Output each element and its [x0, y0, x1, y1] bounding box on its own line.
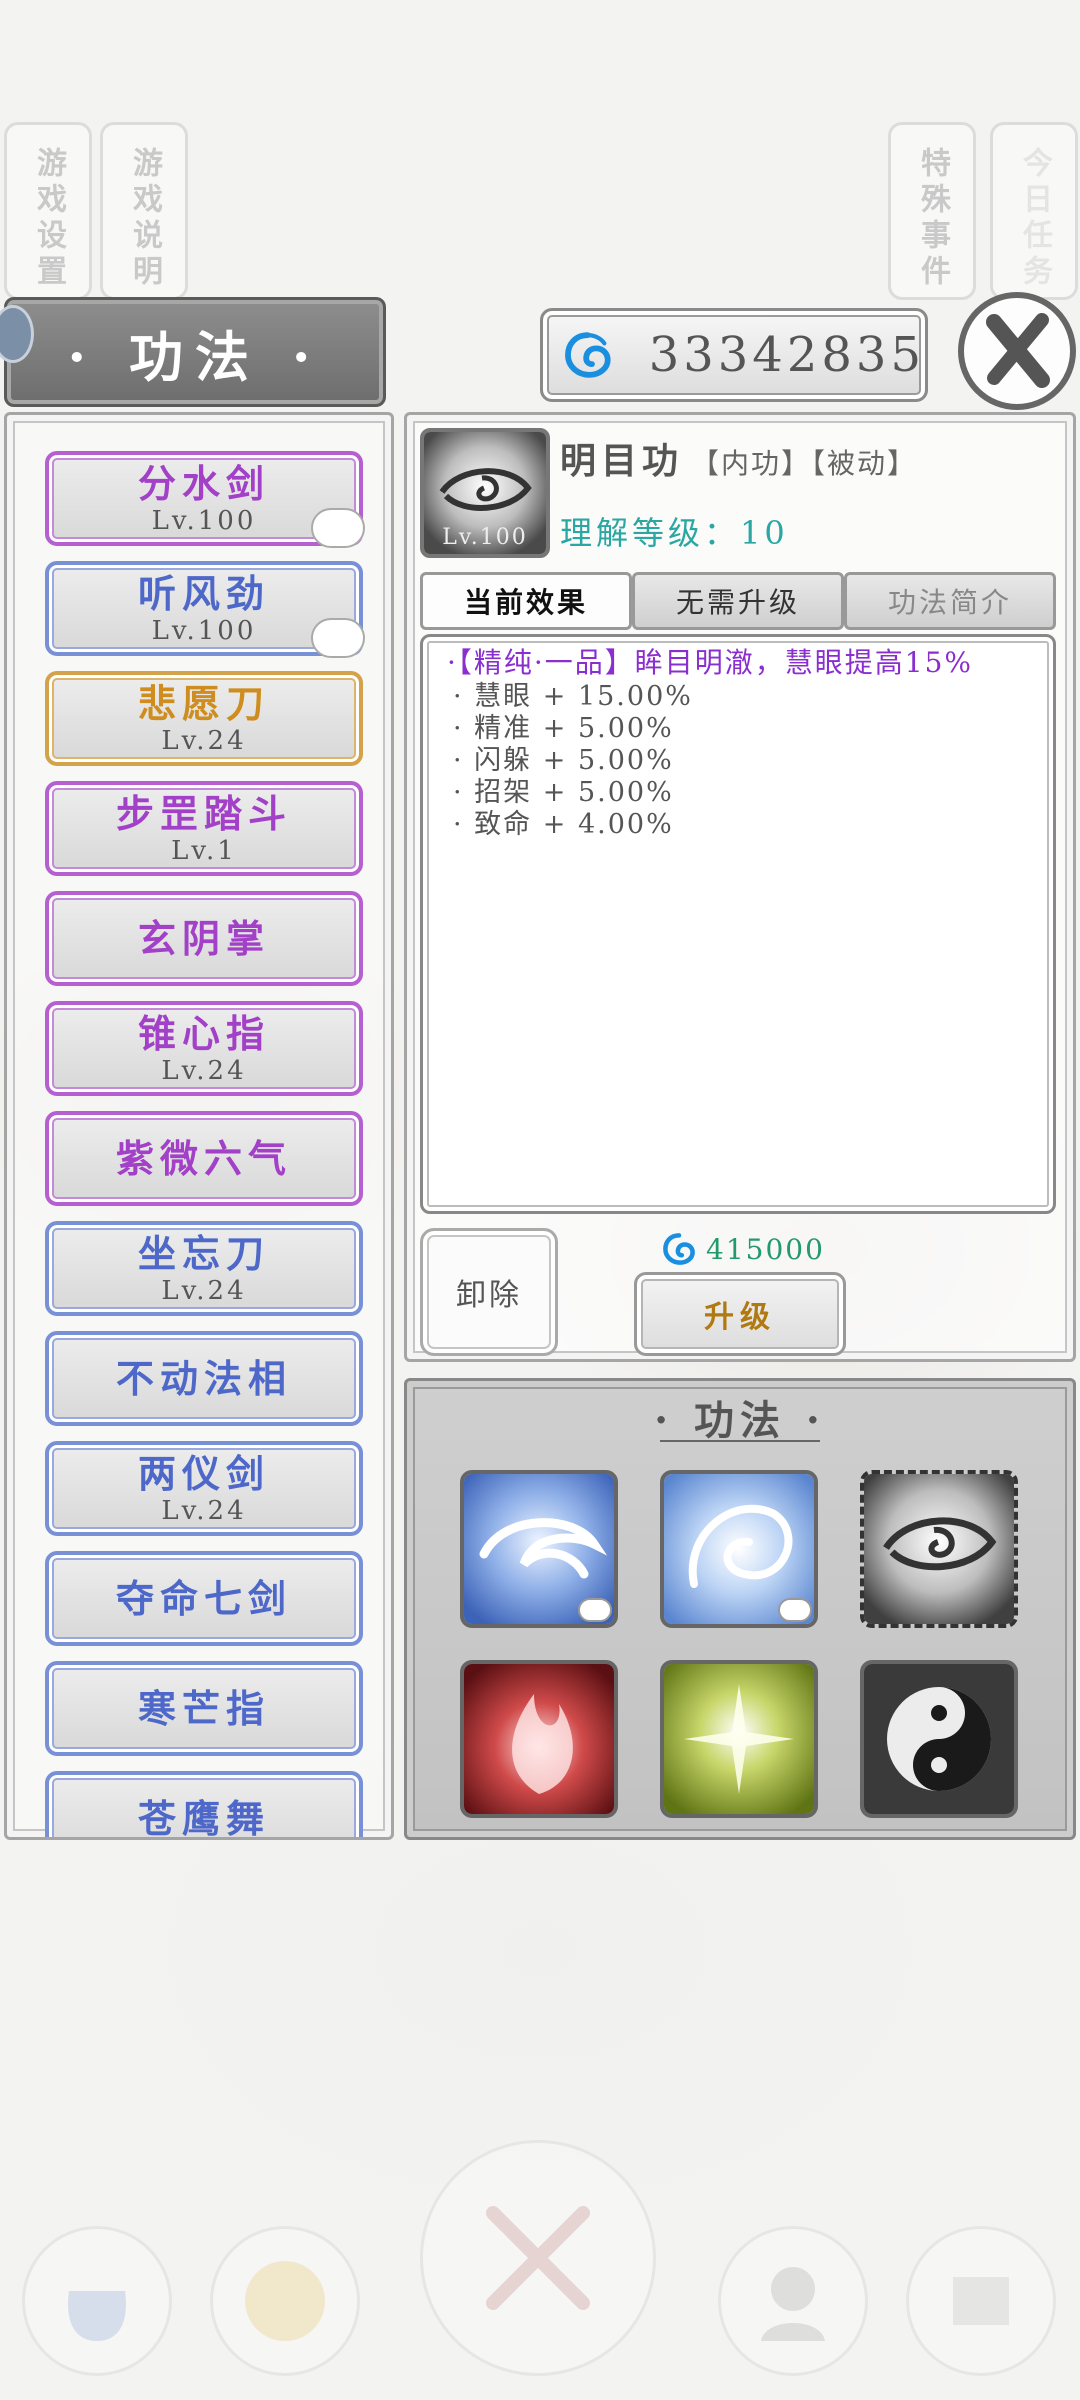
- spirit-coin-icon: [565, 332, 611, 378]
- skill-item-level: Lv.24: [161, 725, 247, 756]
- nav-scroll[interactable]: [906, 2226, 1056, 2376]
- tab-label: 游戏说明: [127, 147, 162, 291]
- currency-value: 33342835: [648, 327, 925, 383]
- skill-list-item[interactable]: 坐忘刀 Lv.24: [45, 1221, 363, 1316]
- skill-item-name: 玄阴掌: [137, 915, 270, 961]
- tab-special-events[interactable]: 特殊事件: [888, 122, 976, 300]
- skill-list-item[interactable]: 寒芒指: [45, 1661, 363, 1756]
- tab-label: 今日任务: [1017, 147, 1052, 291]
- skill-list-item[interactable]: 苍鹰舞: [45, 1771, 363, 1840]
- skill-list-item[interactable]: 不动法相: [45, 1331, 363, 1426]
- skill-item-name: 听风劲: [137, 570, 270, 616]
- main-effect: ·【精纯·一品】眸目明澈，慧眼提高15%: [447, 646, 974, 679]
- title-underline: [660, 1440, 820, 1442]
- skill-list-item[interactable]: 两仪剑 Lv.24: [45, 1441, 363, 1536]
- radiant-leaf-icon: [664, 1664, 814, 1814]
- close-icon: [986, 313, 1050, 388]
- nav-bag[interactable]: [22, 2226, 172, 2376]
- skill-item-name: 分水剑: [137, 460, 270, 506]
- skill-item-name: 夺命七剑: [115, 1575, 292, 1621]
- skill-list-item[interactable]: 锥心指 Lv.24: [45, 1001, 363, 1096]
- skill-item-name: 坐忘刀: [137, 1230, 270, 1276]
- upgrade-button[interactable]: 升级: [634, 1272, 846, 1356]
- tab-upgrade-status[interactable]: 无需升级: [632, 572, 844, 630]
- selected-skill-icon: Lv.100: [420, 428, 550, 558]
- cloud-badge: [778, 1598, 812, 1622]
- equipped-title: · 功法 ·: [654, 1397, 826, 1444]
- skill-list-item[interactable]: 悲愿刀 Lv.24: [45, 671, 363, 766]
- equipped-slot-6[interactable]: [860, 1660, 1018, 1818]
- skill-item-level: Lv.24: [161, 1275, 247, 1306]
- skill-list-item[interactable]: 玄阴掌: [45, 891, 363, 986]
- skill-item-name: 锥心指: [137, 1010, 270, 1056]
- skill-item-name: 不动法相: [115, 1355, 292, 1401]
- stat-row: · 招架 + 5.00%: [453, 777, 674, 808]
- detail-tabs: 当前效果 无需升级 功法简介: [420, 572, 1056, 630]
- skill-title: 明目功 【内功】【被动】: [560, 432, 917, 484]
- crimson-flame-icon: [464, 1664, 614, 1814]
- equipped-slot-2[interactable]: [660, 1470, 818, 1628]
- skill-list-item[interactable]: 听风劲 Lv.100: [45, 561, 365, 658]
- skill-list-panel[interactable]: 分水剑 Lv.100 听风劲 Lv.100 悲愿刀 Lv.24 步罡踏斗 Lv.1 玄阴掌 锥心指…: [4, 412, 394, 1840]
- battle-icon: [486, 2206, 590, 2310]
- skill-name: 明目功: [560, 440, 684, 482]
- bag-icon: [68, 2291, 126, 2341]
- tab-game-guide[interactable]: 游戏说明: [100, 122, 188, 300]
- skill-item-name: 悲愿刀: [137, 680, 270, 726]
- currency-display: 33342835: [540, 308, 928, 402]
- unequip-button[interactable]: 卸除: [420, 1228, 558, 1356]
- page-title-plate: · 功法 ·: [4, 297, 386, 407]
- stat-row: · 慧眼 + 15.00%: [453, 681, 693, 712]
- equipped-slot-1[interactable]: [460, 1470, 618, 1628]
- skill-list-item[interactable]: 夺命七剑: [45, 1551, 363, 1646]
- nav-battle[interactable]: [420, 2140, 656, 2376]
- tab-game-settings[interactable]: 游戏设置: [4, 122, 92, 300]
- cloud-badge: [311, 618, 365, 658]
- close-button[interactable]: [958, 292, 1076, 410]
- understanding-level: 理解等级：10: [560, 514, 789, 552]
- skill-item-name: 寒芒指: [137, 1685, 270, 1731]
- skill-list-item[interactable]: 分水剑 Lv.100: [45, 451, 365, 548]
- equipped-slot-5[interactable]: [660, 1660, 818, 1818]
- skill-item-name: 两仪剑: [137, 1450, 270, 1496]
- upgrade-cost-value: 415000: [706, 1232, 825, 1266]
- skill-item-name: 紫微六气: [115, 1135, 292, 1181]
- tab-daily-tasks[interactable]: 今日任务: [990, 122, 1078, 300]
- scroll-icon: [953, 2277, 1009, 2325]
- skill-list-item[interactable]: 紫微六气: [45, 1111, 363, 1206]
- skill-item-level: Lv.100: [151, 615, 257, 646]
- skill-item-level: Lv.24: [161, 1055, 247, 1086]
- page-title: · 功法 ·: [67, 324, 323, 389]
- skill-list-item[interactable]: 步罡踏斗 Lv.1: [45, 781, 363, 876]
- tab-skill-intro[interactable]: 功法简介: [844, 572, 1056, 630]
- cloud-badge: [578, 1598, 612, 1622]
- equipped-slot-3-selected[interactable]: [860, 1470, 1018, 1628]
- yin-yang-icon: [864, 1664, 1014, 1814]
- skill-item-name: 苍鹰舞: [137, 1795, 270, 1840]
- skill-item-level: Lv.24: [161, 1495, 247, 1526]
- character-icon: [761, 2267, 825, 2341]
- equipped-slot-4[interactable]: [460, 1660, 618, 1818]
- cloud-badge: [311, 508, 365, 548]
- selected-skill-level: Lv.100: [442, 525, 528, 550]
- skill-item-level: Lv.1: [171, 835, 237, 866]
- eye-icon: [864, 1474, 1014, 1624]
- spirit-coin-icon: [663, 1233, 695, 1265]
- skill-tags: 【内功】【被动】: [691, 447, 918, 480]
- stat-row: · 致命 + 4.00%: [453, 809, 674, 840]
- skill-item-name: 步罡踏斗: [115, 790, 292, 836]
- tab-label: 游戏设置: [31, 147, 66, 291]
- nav-coin[interactable]: [210, 2226, 360, 2376]
- stat-row: · 闪躲 + 5.00%: [453, 745, 674, 776]
- stat-row: · 精准 + 5.00%: [453, 713, 674, 744]
- effects-box: ·【精纯·一品】眸目明澈，慧眼提高15% · 慧眼 + 15.00% · 精准 …: [420, 634, 1056, 1214]
- coin-icon: [245, 2261, 325, 2341]
- nav-character[interactable]: [718, 2226, 868, 2376]
- skill-item-level: Lv.100: [151, 505, 257, 536]
- tab-label: 特殊事件: [915, 147, 950, 291]
- upgrade-cost: 415000: [662, 1232, 825, 1266]
- tab-current-effect[interactable]: 当前效果: [420, 572, 632, 630]
